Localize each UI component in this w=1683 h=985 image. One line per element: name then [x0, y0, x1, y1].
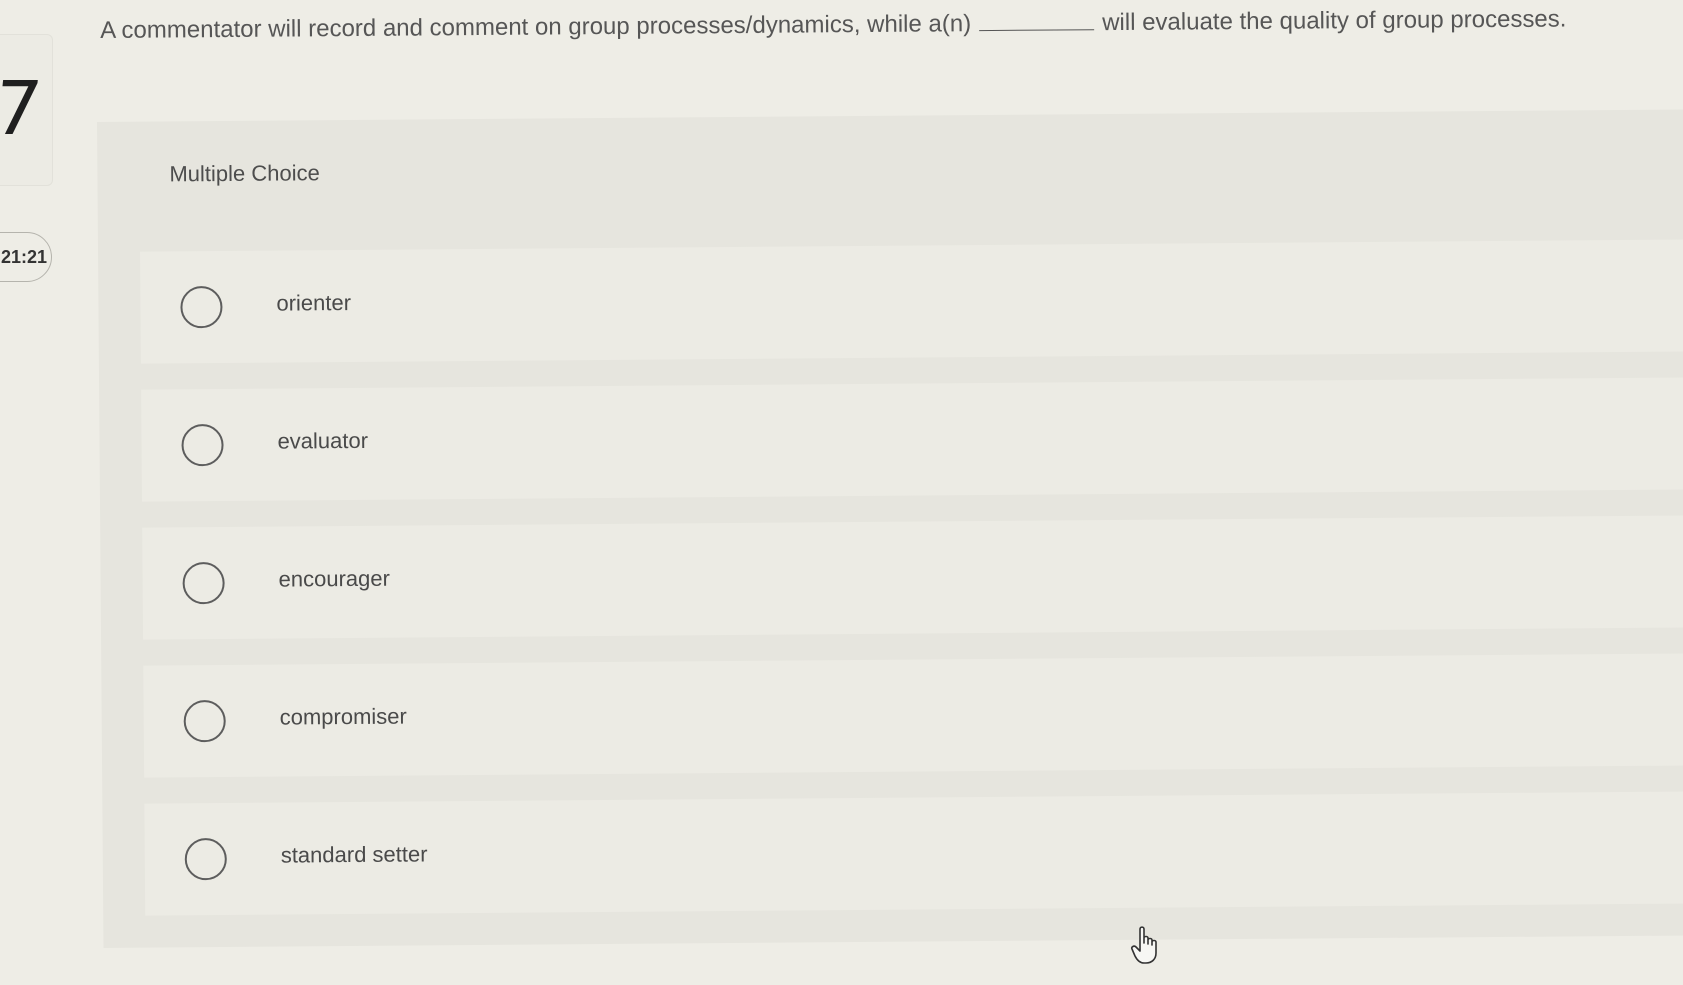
question-text-before: A commentator will record and comment on… — [100, 10, 972, 44]
question-text-after: will evaluate the quality of group proce… — [1102, 5, 1567, 37]
radio-button[interactable] — [184, 838, 227, 881]
answer-blank — [979, 11, 1095, 32]
choice-option-orienter[interactable]: orienter — [140, 239, 1683, 364]
choice-option-standard-setter[interactable]: standard setter — [144, 791, 1683, 916]
multiple-choice-panel: Multiple Choice orienter evaluator encou… — [97, 109, 1683, 948]
choice-option-evaluator[interactable]: evaluator — [141, 377, 1683, 502]
timer-badge: 21:21 — [0, 232, 52, 282]
hand-pointer-icon — [1131, 926, 1157, 964]
question-prompt: A commentator will record and comment on… — [100, 2, 1670, 48]
radio-button[interactable] — [181, 424, 224, 467]
choice-label: encourager — [278, 565, 391, 592]
choice-label: orienter — [276, 290, 352, 316]
question-type-label: Multiple Choice — [169, 160, 320, 187]
choice-label: evaluator — [277, 427, 369, 454]
radio-button[interactable] — [180, 286, 223, 329]
timer-value: 21:21 — [1, 246, 48, 267]
choice-label: compromiser — [279, 703, 407, 730]
choice-label: standard setter — [280, 841, 428, 868]
choice-option-encourager[interactable]: encourager — [142, 515, 1683, 640]
radio-button[interactable] — [183, 700, 226, 743]
radio-button[interactable] — [182, 562, 225, 605]
question-number: 7 — [0, 66, 46, 152]
choice-option-compromiser[interactable]: compromiser — [143, 653, 1683, 778]
